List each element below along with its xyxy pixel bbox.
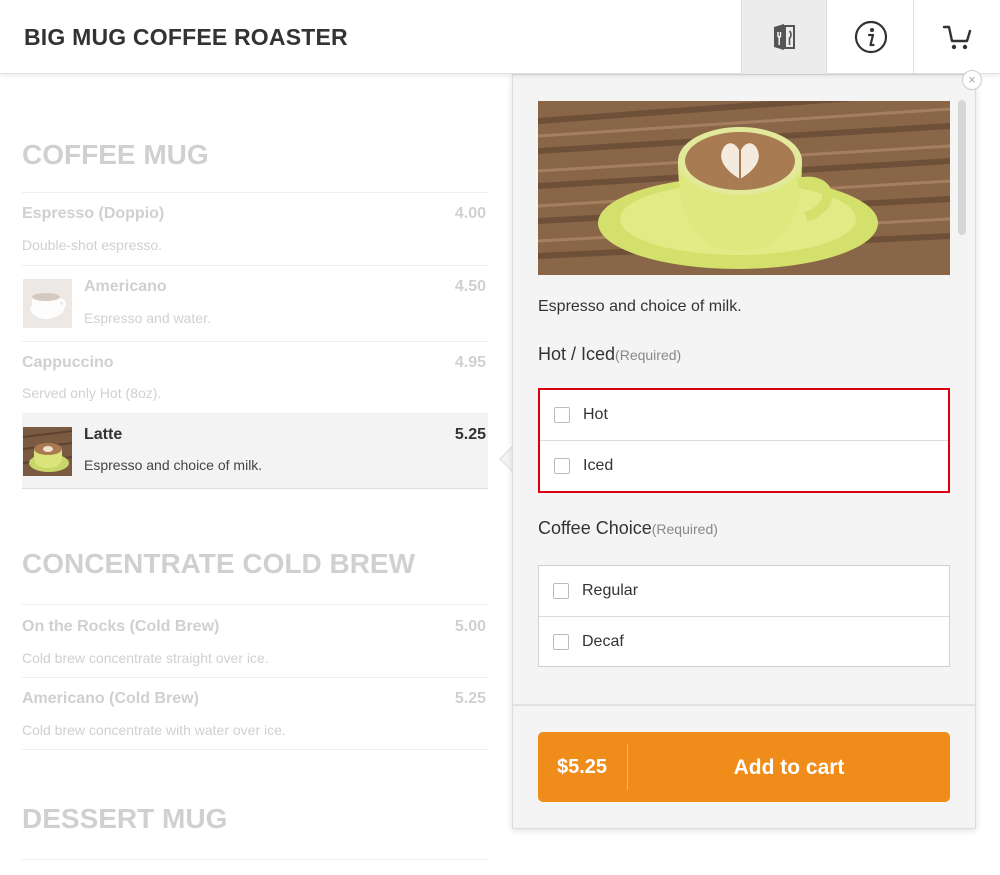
item-price: 5.25	[454, 426, 486, 443]
coffee-choice-options: Regular Decaf	[538, 565, 950, 667]
item-description: Served only Hot (8oz).	[22, 385, 162, 401]
menu-item-latte[interactable]: Latte Espresso and choice of milk. 5.25	[22, 413, 488, 489]
required-label: (Required)	[615, 347, 682, 363]
top-bar: BIG MUG COFFEE ROASTER	[0, 0, 1000, 74]
latte-hero-image	[538, 101, 950, 275]
item-description: Cold brew concentrate straight over ice.	[22, 650, 269, 666]
checkbox[interactable]	[553, 633, 569, 650]
checkbox[interactable]	[554, 457, 570, 474]
info-icon	[854, 20, 887, 54]
menu-item-on-the-rocks[interactable]: On the Rocks (Cold Brew) Cold brew conce…	[22, 604, 488, 677]
item-price: 4.00	[454, 205, 486, 222]
add-to-cart-button[interactable]: $5.25 Add to cart	[538, 732, 950, 802]
add-to-cart-label: Add to cart	[733, 756, 845, 779]
option-group-title-hot-iced: Hot / Iced(Required)	[538, 344, 681, 365]
option-label: Iced	[583, 456, 614, 474]
item-name: Espresso (Doppio)	[22, 205, 165, 222]
section-title: DESSERT MUG	[22, 803, 228, 834]
menu-button[interactable]	[741, 0, 827, 74]
item-name: On the Rocks (Cold Brew)	[22, 618, 220, 635]
item-name: Americano (Cold Brew)	[22, 690, 199, 707]
panel-footer-divider	[513, 704, 975, 706]
checkbox[interactable]	[553, 583, 569, 599]
divider	[22, 859, 488, 860]
menu-icon	[774, 24, 795, 50]
cart-button[interactable]	[915, 0, 1000, 74]
item-price: 5.25	[454, 690, 486, 707]
option-label: Decaf	[582, 632, 624, 650]
latte-thumbnail	[23, 427, 72, 476]
option-label: Regular	[582, 582, 639, 599]
americano-thumbnail	[23, 279, 72, 328]
item-description: Espresso and choice of milk.	[84, 457, 263, 473]
cart-icon	[942, 25, 972, 50]
checkbox[interactable]	[554, 407, 570, 423]
required-label: (Required)	[651, 521, 718, 537]
item-price: 4.50	[454, 278, 486, 295]
option-group-title-coffee-choice: Coffee Choice(Required)	[538, 518, 718, 539]
item-description: Espresso and choice of milk.	[538, 298, 742, 315]
menu-item-espresso[interactable]: Espresso (Doppio) Double-shot espresso. …	[22, 192, 488, 265]
item-description: Cold brew concentrate with water over ic…	[22, 722, 286, 738]
item-price: 5.00	[454, 618, 486, 635]
item-name: Latte	[84, 426, 123, 443]
item-price: 4.95	[454, 354, 486, 371]
info-button[interactable]	[828, 0, 914, 74]
option-regular[interactable]: Regular	[539, 566, 949, 616]
section-title: CONCENTRATE COLD BREW	[22, 548, 416, 579]
panel-scrollbar[interactable]	[958, 100, 966, 235]
section-title: COFFEE MUG	[22, 139, 209, 170]
close-icon[interactable]: ×	[962, 70, 982, 90]
item-description: Double-shot espresso.	[22, 237, 163, 253]
group-title-text: Coffee Choice	[538, 518, 652, 538]
option-iced[interactable]: Iced	[540, 440, 948, 490]
cart-price: $5.25	[557, 756, 608, 778]
menu-item-americano[interactable]: Americano Espresso and water. 4.50	[22, 265, 488, 341]
option-hot[interactable]: Hot	[540, 390, 948, 440]
menu-item-americano-cold-brew[interactable]: Americano (Cold Brew) Cold brew concentr…	[22, 677, 488, 750]
group-title-text: Hot / Iced	[538, 344, 616, 364]
option-label: Hot	[583, 406, 608, 423]
item-name: Americano	[84, 278, 167, 295]
option-decaf[interactable]: Decaf	[539, 616, 949, 666]
brand-title: BIG MUG COFFEE ROASTER	[24, 24, 348, 50]
hot-iced-options: Hot Iced	[538, 388, 950, 493]
menu-item-cappuccino[interactable]: Cappuccino Served only Hot (8oz). 4.95	[22, 341, 488, 413]
item-description: Espresso and water.	[84, 310, 211, 326]
item-name: Cappuccino	[22, 354, 114, 371]
